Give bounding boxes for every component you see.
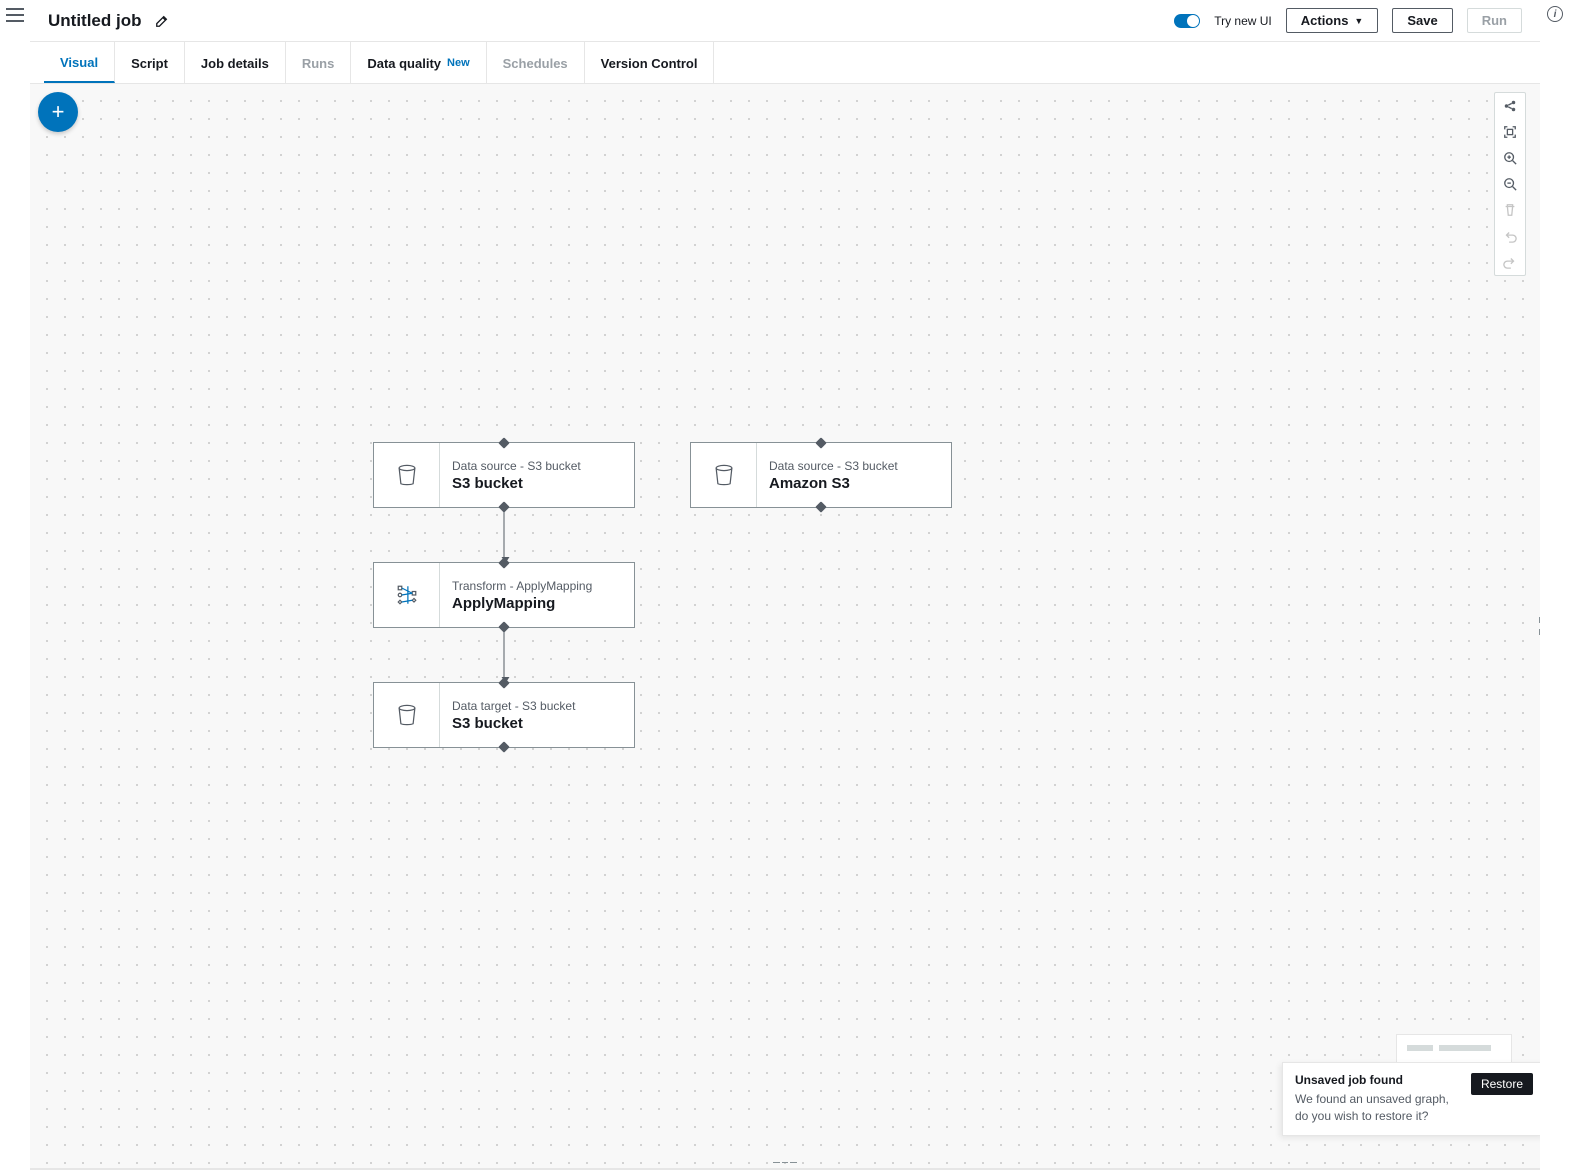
toast-description: We found an unsaved graph, do you wish t… (1295, 1091, 1461, 1125)
visual-canvas[interactable]: + (30, 84, 1540, 1168)
bottom-drag-handle[interactable] (773, 1162, 797, 1166)
share-icon[interactable] (1495, 93, 1525, 119)
restore-button[interactable]: Restore (1471, 1073, 1533, 1095)
redo-icon (1495, 249, 1525, 275)
bucket-icon (374, 443, 440, 507)
info-icon[interactable]: i (1547, 6, 1563, 22)
caret-down-icon: ▼ (1354, 16, 1363, 26)
try-new-ui-label: Try new UI (1214, 14, 1272, 28)
fit-screen-icon[interactable] (1495, 119, 1525, 145)
node-title: Amazon S3 (769, 475, 939, 492)
unsaved-job-toast: Unsaved job found We found an unsaved gr… (1282, 1062, 1540, 1136)
delete-icon (1495, 197, 1525, 223)
tab-data-quality[interactable]: Data quality New (351, 42, 486, 83)
actions-button[interactable]: Actions ▼ (1286, 8, 1379, 33)
toast-title: Unsaved job found (1295, 1073, 1461, 1087)
try-new-ui-toggle[interactable] (1174, 14, 1200, 28)
zoom-out-icon[interactable] (1495, 171, 1525, 197)
node-title: S3 bucket (452, 475, 622, 492)
run-button: Run (1467, 8, 1522, 33)
tab-runs: Runs (286, 42, 352, 83)
node-amazon-s3-source[interactable]: Data source - S3 bucket Amazon S3 (690, 442, 952, 508)
right-drag-handle[interactable] (1537, 614, 1540, 638)
tab-version-control[interactable]: Version Control (585, 42, 715, 83)
node-subtitle: Transform - ApplyMapping (452, 579, 622, 593)
zoom-in-icon[interactable] (1495, 145, 1525, 171)
add-node-button[interactable]: + (38, 92, 78, 132)
node-title: S3 bucket (452, 715, 622, 732)
edit-title-icon[interactable] (155, 14, 169, 28)
undo-icon (1495, 223, 1525, 249)
header-bar: Untitled job Try new UI Actions ▼ Save R… (30, 0, 1540, 42)
node-apply-mapping[interactable]: Transform - ApplyMapping ApplyMapping (373, 562, 635, 628)
tab-job-details[interactable]: Job details (185, 42, 286, 83)
tab-script[interactable]: Script (115, 42, 185, 83)
tabs-bar: Visual Script Job details Runs Data qual… (30, 42, 1540, 84)
menu-icon[interactable] (6, 8, 24, 22)
canvas-tool-palette (1494, 92, 1526, 276)
mapping-icon (374, 563, 440, 627)
new-badge: New (447, 57, 470, 69)
node-s3-source[interactable]: Data source - S3 bucket S3 bucket (373, 442, 635, 508)
node-s3-target[interactable]: Data target - S3 bucket S3 bucket (373, 682, 635, 748)
page-title: Untitled job (48, 11, 141, 31)
bucket-icon (691, 443, 757, 507)
save-button[interactable]: Save (1392, 8, 1452, 33)
node-subtitle: Data target - S3 bucket (452, 699, 622, 713)
edge (504, 508, 505, 562)
tab-visual[interactable]: Visual (44, 42, 115, 83)
tab-schedules: Schedules (487, 42, 585, 83)
node-title: ApplyMapping (452, 595, 622, 612)
node-subtitle: Data source - S3 bucket (769, 459, 939, 473)
node-subtitle: Data source - S3 bucket (452, 459, 622, 473)
edge (504, 628, 505, 682)
bucket-icon (374, 683, 440, 747)
